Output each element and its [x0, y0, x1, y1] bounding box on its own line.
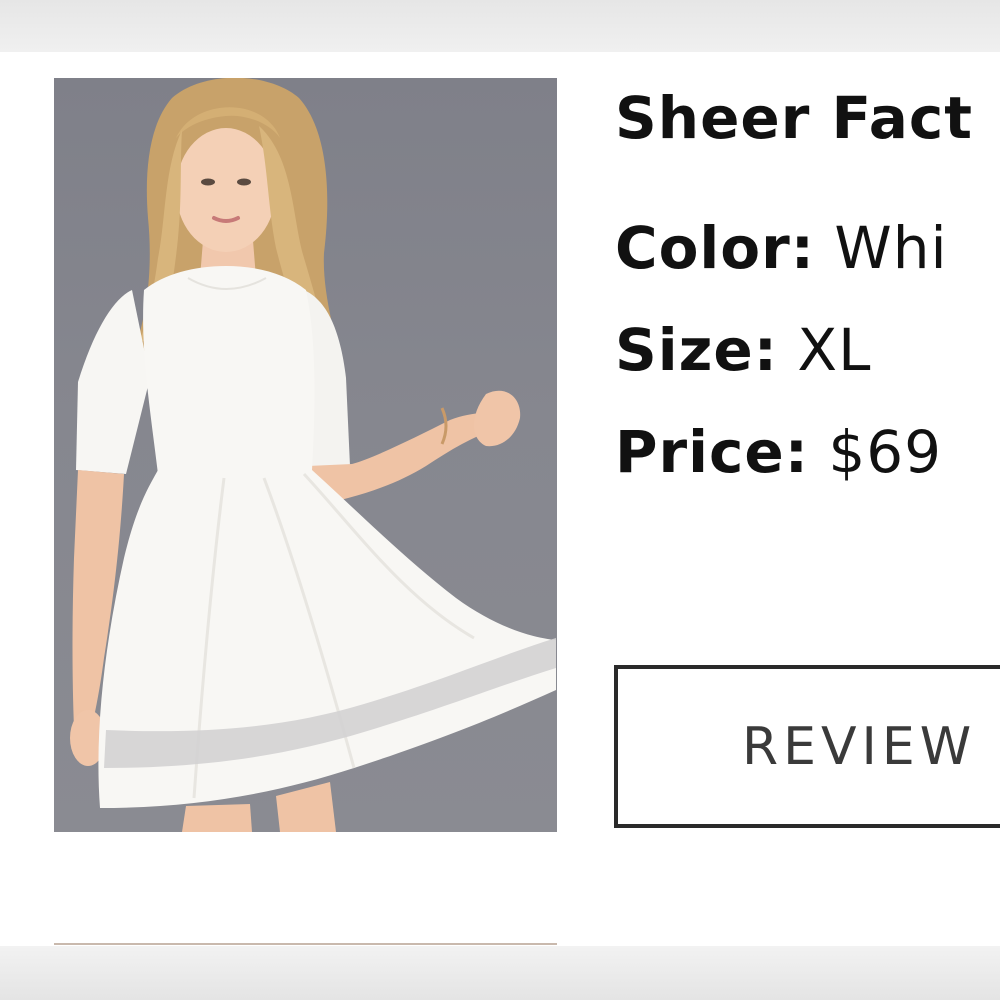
- top-blur-bar: [0, 0, 1000, 52]
- section-divider: [54, 943, 557, 945]
- price-value: $69: [828, 418, 943, 486]
- review-button[interactable]: REVIEW: [614, 665, 1000, 828]
- product-card: Sheer Fact Color: Whi Size: XL Price: $6…: [0, 52, 1000, 946]
- product-title: Sheer Fact: [615, 84, 973, 152]
- price-detail: Price: $69: [615, 418, 942, 486]
- bottom-blur-bar: [0, 946, 1000, 1000]
- color-detail: Color: Whi: [615, 214, 948, 282]
- color-label: Color:: [615, 214, 815, 282]
- price-label: Price:: [615, 418, 809, 486]
- color-value: Whi: [834, 214, 948, 282]
- size-detail: Size: XL: [615, 316, 871, 384]
- product-image[interactable]: [54, 78, 557, 832]
- size-label: Size:: [615, 316, 778, 384]
- dress-photo-illustration: [70, 78, 557, 832]
- size-value: XL: [797, 316, 872, 384]
